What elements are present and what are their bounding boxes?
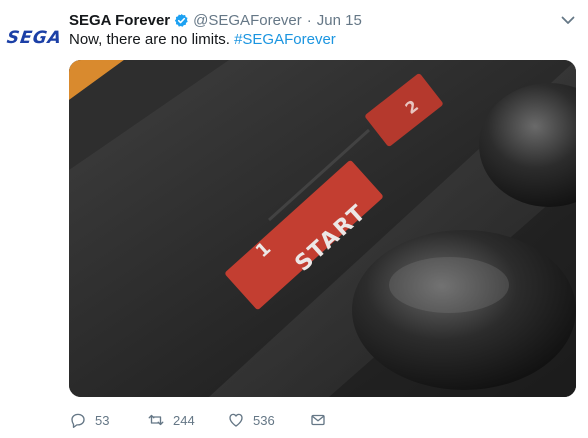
reply-icon [71, 413, 85, 428]
avatar[interactable]: SEGA [5, 28, 63, 48]
reply-button[interactable]: 53 [69, 411, 147, 429]
tweet-media-photo[interactable]: 2 1 START [69, 60, 576, 397]
tweet-body-text: Now, there are no limits. [69, 31, 230, 48]
direct-message-button[interactable] [309, 411, 335, 429]
more-options-button[interactable] [560, 12, 576, 28]
tweet-actions: 53 244 536 [69, 409, 335, 431]
tweet-header: SEGA Forever @SEGAForever · Jun 15 [69, 9, 362, 31]
hashtag-link[interactable]: #SEGAForever [234, 31, 336, 48]
heart-icon [229, 413, 243, 427]
like-button[interactable]: 536 [227, 411, 309, 429]
tweet-date[interactable]: Jun 15 [317, 12, 362, 29]
chevron-down-icon [561, 16, 575, 24]
envelope-icon [311, 414, 325, 426]
like-count: 536 [253, 412, 275, 428]
verified-badge-icon [175, 13, 188, 27]
separator-dot: · [306, 11, 312, 29]
controller-photo: 2 1 START [69, 60, 576, 397]
retweet-count: 244 [173, 412, 195, 428]
retweet-button[interactable]: 244 [147, 411, 227, 429]
display-name[interactable]: SEGA Forever [69, 12, 170, 29]
retweet-icon [148, 414, 164, 426]
tweet-text: Now, there are no limits. #SEGAForever [69, 30, 336, 50]
sega-logo: SEGA [5, 28, 63, 48]
reply-count: 53 [95, 412, 110, 428]
account-handle[interactable]: @SEGAForever [193, 12, 302, 29]
